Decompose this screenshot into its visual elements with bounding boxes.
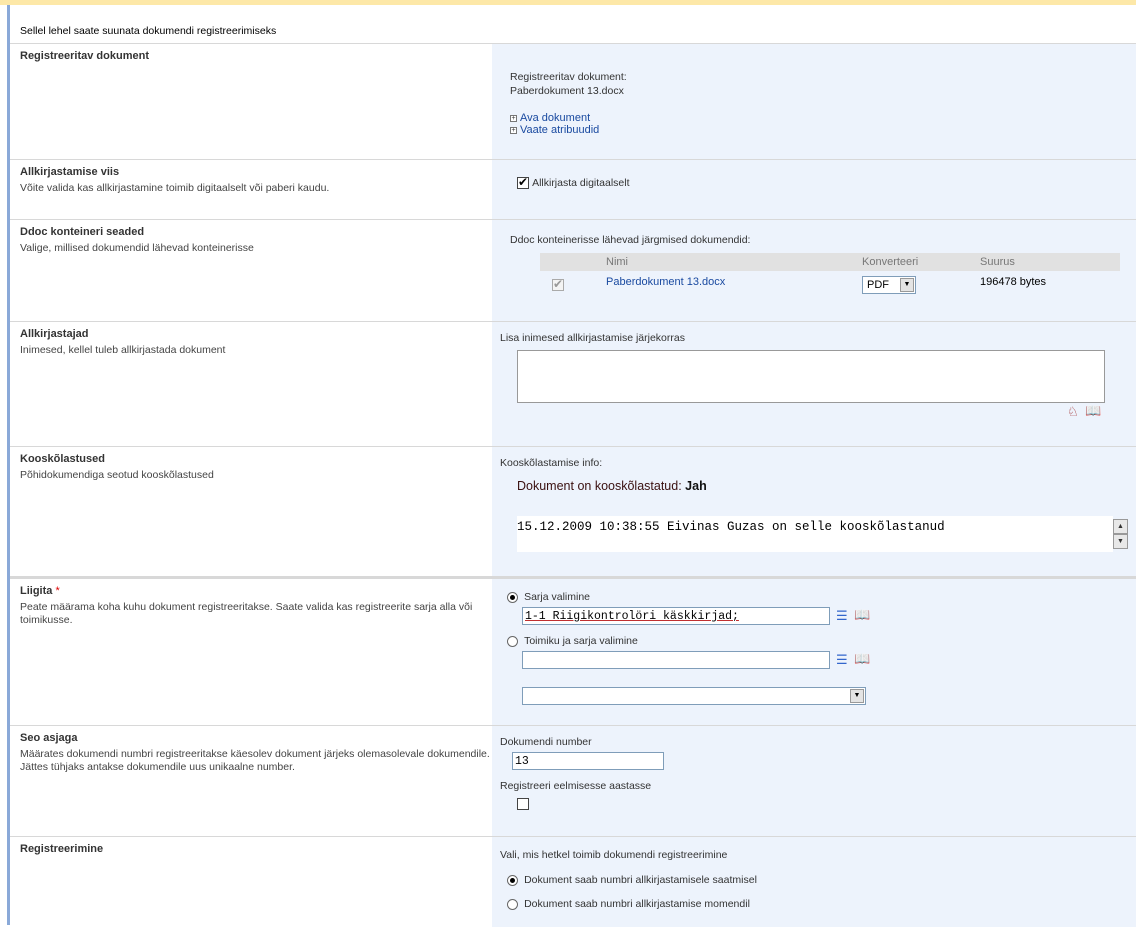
series-input-value: 1-1 Riigikontrolöri käskkirjad; [525, 610, 739, 623]
column-header-name: Nimi [606, 256, 628, 268]
sign-digitally-checkbox[interactable] [517, 175, 529, 190]
series-option[interactable]: Sarja valimine [507, 591, 590, 603]
approval-entry: 15.12.2009 10:38:55 Eivinas Guzas on sel… [517, 520, 945, 534]
signers-people-picker[interactable] [517, 350, 1105, 403]
address-book-icon[interactable]: 📖 [1085, 403, 1101, 419]
section-title: Registreerimine [20, 843, 104, 855]
page-intro: Sellel lehel saate suunata dokumendi reg… [10, 18, 1136, 44]
section-title: Seo asjaga [20, 732, 78, 744]
ddoc-table-header: Nimi Konverteeri Suurus [540, 253, 1120, 271]
section-title: Registreeritav dokument [20, 50, 149, 62]
section-link-case: Seo asjaga Määrates dokumendi numbri reg… [10, 726, 1136, 837]
signers-label: Lisa inimesed allkirjastamise järjekorra… [500, 332, 685, 344]
view-attributes-link-text[interactable]: Vaate atribuudid [520, 124, 599, 136]
section-classify: Liigita * Peate määrama koha kuhu dokume… [10, 579, 1136, 726]
series-radio[interactable] [507, 591, 518, 603]
folder-select[interactable]: ▼ [522, 687, 866, 705]
section-title: Liigita * [20, 585, 482, 597]
convert-select[interactable]: PDF ▼ [862, 276, 916, 294]
view-attributes-link[interactable]: + Vaate atribuudid [510, 124, 599, 136]
scroll-up-icon[interactable]: ▲ [1113, 519, 1128, 534]
number-on-sign-option[interactable]: Dokument saab numbri allkirjastamise mom… [507, 898, 750, 910]
expand-icon: + [510, 115, 517, 122]
series-option-label: Sarja valimine [524, 591, 591, 603]
approvals-list: 15.12.2009 10:38:55 Eivinas Guzas on sel… [517, 516, 1113, 552]
open-document-link[interactable]: + Ava dokument [510, 112, 590, 124]
section-approvals: Kooskõlastused Põhidokumendiga seotud ko… [10, 447, 1136, 579]
document-number-value: 13 [515, 755, 529, 768]
number-on-send-label: Dokument saab numbri allkirjastamisele s… [524, 874, 757, 886]
browse-list-icon[interactable]: ☰ [836, 608, 848, 624]
approval-status-value: Jah [685, 479, 707, 493]
number-on-sign-label: Dokument saab numbri allkirjastamise mom… [524, 898, 750, 910]
table-row: Paberdokument 13.docx PDF ▼ 196478 bytes [540, 271, 1120, 297]
registration-label: Vali, mis hetkel toimib dokumendi regist… [500, 849, 728, 861]
chevron-down-icon: ▼ [850, 689, 864, 703]
include-document-checkbox[interactable] [552, 277, 564, 291]
section-description: Inimesed, kellel tuleb allkirjastada dok… [20, 344, 226, 356]
scroll-down-icon[interactable]: ▼ [1113, 534, 1128, 549]
approvals-label: Kooskõlastamise info: [500, 457, 603, 469]
column-header-size: Suurus [980, 256, 1015, 268]
number-on-send-option[interactable]: Dokument saab numbri allkirjastamisele s… [507, 874, 757, 886]
section-title-text: Liigita [20, 585, 53, 597]
folder-input[interactable] [522, 651, 830, 669]
chevron-down-icon: ▼ [900, 278, 914, 292]
approval-status-label: Dokument on kooskõlastatud: [517, 479, 682, 493]
address-book-icon[interactable]: 📖 [854, 607, 870, 623]
section-signing-method: Allkirjastamise viis Võite valida kas al… [10, 160, 1136, 220]
sign-digitally-label: Allkirjasta digitaalselt [532, 177, 630, 189]
section-description: Peate määrama koha kuhu dokument registr… [20, 601, 473, 626]
document-number-input[interactable]: 13 [512, 752, 664, 770]
open-document-link-text[interactable]: Ava dokument [520, 112, 590, 124]
registered-doc-filename: Paberdokument 13.docx [510, 85, 624, 97]
section-title: Ddoc konteineri seaded [20, 226, 145, 238]
section-ddoc-settings: Ddoc konteineri seaded Valige, millised … [10, 220, 1136, 322]
section-registered-document: Registreeritav dokument Registreeritav d… [10, 44, 1136, 160]
section-description: Määrates dokumendi numbri registreeritak… [20, 748, 490, 773]
previous-year-label: Registreeri eelmisesse aastasse [500, 780, 652, 792]
check-names-icon[interactable]: ♘ [1067, 404, 1079, 420]
section-title: Allkirjastajad [20, 328, 89, 340]
required-mark: * [55, 585, 60, 597]
number-on-send-radio[interactable] [507, 874, 518, 886]
previous-year-checkbox[interactable] [517, 798, 529, 810]
top-accent-bar [0, 0, 1136, 5]
folder-series-radio[interactable] [507, 635, 518, 647]
registered-doc-label: Registreeritav dokument: [510, 71, 627, 83]
approval-status: Dokument on kooskõlastatud: Jah [517, 479, 707, 493]
document-size: 196478 bytes [980, 276, 1047, 288]
address-book-icon[interactable]: 📖 [854, 651, 870, 667]
section-signers: Allkirjastajad Inimesed, kellel tuleb al… [10, 322, 1136, 447]
folder-series-option-label: Toimiku ja sarja valimine [524, 635, 638, 647]
column-header-convert: Konverteeri [862, 256, 919, 268]
sign-digitally-option[interactable]: Allkirjasta digitaalselt [517, 175, 630, 190]
number-on-sign-radio[interactable] [507, 898, 518, 910]
section-description: Võite valida kas allkirjastamine toimib … [20, 182, 330, 194]
ddoc-table: Nimi Konverteeri Suurus Paberdokument 13… [540, 253, 1120, 297]
section-description: Põhidokumendiga seotud kooskõlastused [20, 469, 214, 481]
browse-list-icon[interactable]: ☰ [836, 652, 848, 668]
section-description: Valige, millised dokumendid lähevad kont… [20, 242, 254, 254]
section-title: Allkirjastamise viis [20, 166, 120, 178]
ddoc-label: Ddoc konteinerisse lähevad järgmised dok… [510, 234, 751, 246]
section-title: Kooskõlastused [20, 453, 105, 465]
section-registration: Registreerimine Vali, mis hetkel toimib … [10, 837, 1136, 927]
ddoc-document-link[interactable]: Paberdokument 13.docx [606, 276, 725, 288]
folder-series-option[interactable]: Toimiku ja sarja valimine [507, 635, 638, 647]
expand-icon: + [510, 127, 517, 134]
series-input[interactable]: 1-1 Riigikontrolöri käskkirjad; [522, 607, 830, 625]
document-number-label: Dokumendi number [500, 736, 592, 748]
registration-form: Sellel lehel saate suunata dokumendi reg… [10, 18, 1136, 927]
convert-select-value: PDF [867, 279, 889, 291]
